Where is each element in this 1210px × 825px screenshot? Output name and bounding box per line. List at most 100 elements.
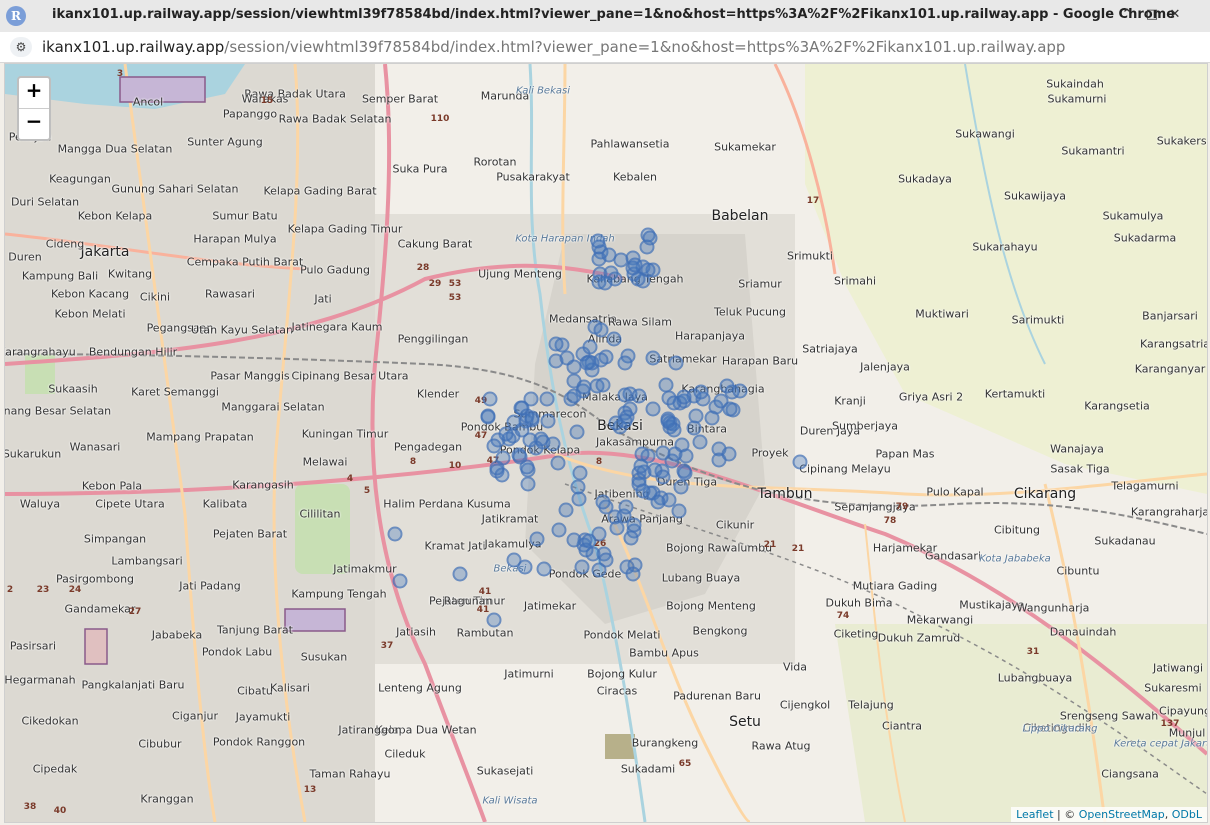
close-icon[interactable]: ✕: [1166, 6, 1184, 24]
circle-marker[interactable]: [609, 520, 625, 536]
road-number: 13: [303, 785, 317, 795]
circle-marker[interactable]: [387, 526, 403, 542]
osm-link[interactable]: OpenStreetMap: [1079, 808, 1165, 821]
park-area: [605, 734, 635, 759]
road-number: 8: [595, 457, 603, 467]
circle-marker[interactable]: [480, 408, 496, 424]
circle-marker[interactable]: [591, 562, 607, 578]
road-number: 4: [346, 474, 354, 484]
circle-marker[interactable]: [660, 413, 676, 429]
road-number: 74: [836, 611, 850, 621]
circle-marker[interactable]: [722, 401, 738, 417]
circle-marker[interactable]: [645, 401, 661, 417]
road-number: 3: [116, 69, 124, 79]
circle-marker[interactable]: [623, 530, 639, 546]
circle-marker[interactable]: [566, 388, 582, 404]
road-number: 79: [895, 502, 909, 512]
circle-marker[interactable]: [551, 522, 567, 538]
circle-marker[interactable]: [634, 446, 650, 462]
circle-marker[interactable]: [693, 384, 709, 400]
circle-marker[interactable]: [520, 476, 536, 492]
circle-marker[interactable]: [671, 503, 687, 519]
circle-marker[interactable]: [627, 257, 643, 273]
circle-marker[interactable]: [506, 552, 522, 568]
circle-marker[interactable]: [558, 502, 573, 518]
circle-marker[interactable]: [392, 573, 408, 589]
road-number: 53: [448, 279, 462, 289]
circle-marker[interactable]: [570, 479, 586, 495]
road-number: 40: [53, 806, 67, 816]
circle-marker[interactable]: [522, 432, 538, 448]
circle-marker[interactable]: [452, 566, 468, 582]
circle-marker[interactable]: [536, 561, 552, 577]
circle-marker[interactable]: [617, 387, 633, 403]
circle-marker[interactable]: [529, 531, 545, 547]
circle-marker[interactable]: [606, 331, 622, 347]
road-number: 37: [380, 641, 394, 651]
circle-marker[interactable]: [625, 566, 641, 582]
circle-marker[interactable]: [732, 383, 748, 399]
circle-marker[interactable]: [550, 455, 566, 471]
minimize-icon[interactable]: ⌃: [1118, 6, 1136, 24]
road-number: 41: [478, 587, 492, 597]
circle-marker[interactable]: [658, 377, 674, 393]
circle-marker[interactable]: [601, 247, 617, 263]
road-number: 47: [474, 431, 488, 441]
circle-marker[interactable]: [650, 494, 666, 510]
circle-marker[interactable]: [667, 446, 683, 462]
zoom-out-button[interactable]: −: [19, 109, 49, 139]
circle-marker[interactable]: [590, 233, 606, 249]
map-view[interactable]: Jakarta Bekasi Tambun Babelan Cikarang Setu An…: [4, 63, 1208, 823]
attribution-sep: | ©: [1053, 808, 1079, 821]
circle-marker[interactable]: [597, 275, 613, 291]
circle-marker[interactable]: [595, 377, 611, 393]
circle-marker[interactable]: [595, 494, 611, 510]
circle-marker[interactable]: [676, 389, 692, 405]
circle-marker[interactable]: [559, 350, 575, 366]
road-number: 137: [1160, 719, 1180, 729]
zoom-in-button[interactable]: +: [19, 78, 49, 109]
url-text[interactable]: ikanx101.up.railway.app/session/viewhtml…: [42, 38, 1065, 56]
circle-marker[interactable]: [482, 391, 498, 407]
circle-marker[interactable]: [673, 479, 689, 495]
circle-marker[interactable]: [668, 355, 684, 371]
leaflet-link[interactable]: Leaflet: [1016, 808, 1053, 821]
circle-marker[interactable]: [792, 454, 808, 470]
circle-marker[interactable]: [692, 434, 708, 450]
circle-marker[interactable]: [519, 459, 535, 475]
circle-marker[interactable]: [548, 336, 564, 352]
circle-marker[interactable]: [574, 559, 590, 575]
circle-marker[interactable]: [540, 413, 556, 429]
circle-marker[interactable]: [498, 426, 514, 442]
circle-marker[interactable]: [704, 410, 720, 426]
circle-marker[interactable]: [655, 469, 671, 485]
circle-marker[interactable]: [572, 465, 588, 481]
circle-marker[interactable]: [593, 322, 609, 338]
circle-marker[interactable]: [581, 533, 597, 549]
circle-marker[interactable]: [579, 355, 595, 371]
title-bar: R ikanx101.up.railway.app/session/viewht…: [0, 0, 1210, 33]
circle-marker[interactable]: [539, 391, 555, 406]
circle-marker[interactable]: [618, 499, 634, 515]
odbl-link[interactable]: ODbL: [1172, 808, 1202, 821]
circle-marker[interactable]: [676, 463, 692, 479]
road-number: 65: [678, 759, 692, 769]
circle-marker[interactable]: [608, 415, 624, 431]
circle-marker[interactable]: [506, 414, 522, 430]
circle-marker[interactable]: [635, 483, 651, 499]
circle-marker[interactable]: [566, 532, 582, 548]
circle-marker[interactable]: [569, 424, 585, 440]
circle-marker[interactable]: [617, 355, 633, 371]
circle-marker[interactable]: [630, 271, 646, 287]
maximize-icon[interactable]: □: [1143, 6, 1161, 24]
site-info-icon[interactable]: ⚙: [10, 37, 32, 57]
address-bar[interactable]: ⚙ ikanx101.up.railway.app/session/viewht…: [0, 32, 1210, 63]
circle-marker[interactable]: [721, 446, 737, 462]
circle-marker[interactable]: [642, 230, 658, 246]
circle-marker[interactable]: [582, 339, 598, 355]
circle-marker[interactable]: [489, 460, 505, 476]
circle-marker[interactable]: [645, 350, 661, 366]
circle-marker[interactable]: [688, 408, 704, 424]
circle-marker[interactable]: [513, 400, 529, 416]
circle-marker[interactable]: [486, 612, 502, 628]
